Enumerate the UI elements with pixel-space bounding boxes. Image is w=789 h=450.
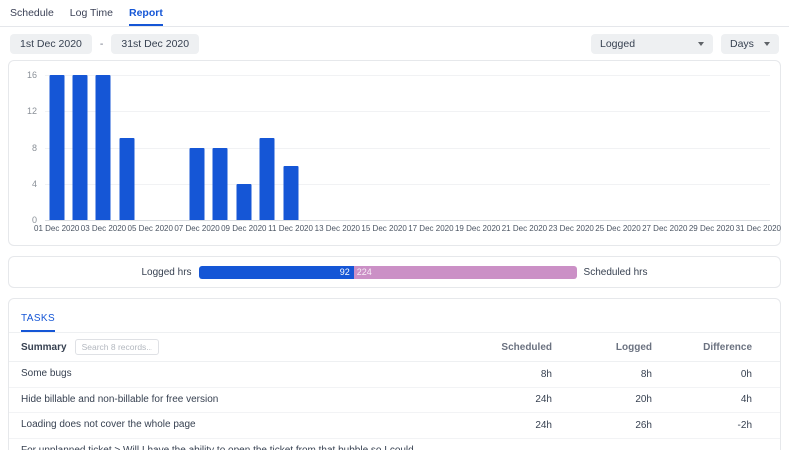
x-tick-label: 31 Dec 2020 — [736, 224, 781, 233]
task-difference: 4h — [652, 394, 752, 405]
hours-progress-bar: 92 224 — [199, 266, 577, 279]
task-summary: Hide billable and non-billable for free … — [21, 393, 452, 408]
chart-bar[interactable] — [49, 75, 64, 220]
metric-select[interactable]: Logged — [591, 34, 713, 54]
task-scheduled: 8h — [452, 369, 552, 380]
x-tick-label: 07 Dec 2020 — [174, 224, 219, 233]
y-tick-label: 12 — [27, 106, 37, 116]
gridline — [45, 148, 770, 149]
chart-bar[interactable] — [96, 75, 111, 220]
date-from-button[interactable]: 1st Dec 2020 — [10, 34, 92, 54]
chevron-down-icon — [764, 42, 770, 46]
chart-y-axis: 0481216 — [19, 75, 39, 220]
tab-log-time[interactable]: Log Time — [70, 0, 113, 26]
y-tick-label: 4 — [32, 179, 37, 189]
y-tick-label: 16 — [27, 70, 37, 80]
chart-plot-area — [45, 75, 770, 220]
table-row[interactable]: Some bugs8h8h0h — [9, 362, 780, 388]
x-tick-label: 23 Dec 2020 — [549, 224, 594, 233]
tasks-table-header: Summary Scheduled Logged Difference — [9, 333, 780, 362]
table-row[interactable]: For unplanned ticket > Will I have the a… — [9, 439, 780, 450]
task-logged: 26h — [552, 420, 652, 431]
chart-bar[interactable] — [283, 166, 298, 220]
chart-x-axis: 01 Dec 202003 Dec 202005 Dec 202007 Dec … — [45, 224, 770, 237]
chart-bar[interactable] — [260, 138, 275, 220]
x-tick-label: 01 Dec 2020 — [34, 224, 79, 233]
y-tick-label: 8 — [32, 143, 37, 153]
x-tick-label: 25 Dec 2020 — [595, 224, 640, 233]
x-tick-label: 17 Dec 2020 — [408, 224, 453, 233]
task-summary: For unplanned ticket > Will I have the a… — [21, 444, 452, 450]
tab-schedule[interactable]: Schedule — [10, 0, 54, 26]
task-summary: Some bugs — [21, 367, 452, 382]
x-tick-label: 13 Dec 2020 — [315, 224, 360, 233]
scheduled-hrs-label: Scheduled hrs — [584, 267, 648, 278]
scheduled-value: 224 — [357, 267, 372, 277]
tasks-tab[interactable]: TASKS — [21, 313, 55, 332]
chart-bar[interactable] — [236, 184, 251, 220]
task-scheduled: 24h — [452, 394, 552, 405]
gridline — [45, 220, 770, 221]
x-tick-label: 15 Dec 2020 — [361, 224, 406, 233]
gridline — [45, 111, 770, 112]
difference-column-header: Difference — [652, 342, 752, 353]
task-difference: -2h — [652, 420, 752, 431]
tasks-tab-row: TASKS — [9, 308, 780, 333]
x-tick-label: 11 Dec 2020 — [268, 224, 313, 233]
chart-bar[interactable] — [190, 148, 205, 221]
task-summary: Loading does not cover the whole page — [21, 418, 452, 433]
x-tick-label: 27 Dec 2020 — [642, 224, 687, 233]
gridline — [45, 184, 770, 185]
logged-segment: 92 — [199, 266, 354, 279]
chart-bar[interactable] — [119, 138, 134, 220]
x-tick-label: 09 Dec 2020 — [221, 224, 266, 233]
chart-bar[interactable] — [73, 75, 88, 220]
task-logged: 8h — [552, 369, 652, 380]
hours-summary-panel: Logged hrs 92 224 Scheduled hrs — [8, 256, 781, 288]
chart-bar[interactable] — [213, 148, 228, 221]
date-to-button[interactable]: 31st Dec 2020 — [111, 34, 199, 54]
scheduled-column-header: Scheduled — [452, 342, 552, 353]
logged-value: 92 — [340, 267, 350, 277]
interval-select-value: Days — [730, 38, 754, 50]
task-difference: 0h — [652, 369, 752, 380]
logged-column-header: Logged — [552, 342, 652, 353]
x-tick-label: 03 Dec 2020 — [81, 224, 126, 233]
controls-bar: 1st Dec 2020 - 31st Dec 2020 Logged Days — [0, 27, 789, 60]
date-range-separator: - — [100, 38, 104, 50]
chevron-down-icon — [698, 42, 704, 46]
search-input[interactable] — [75, 339, 159, 355]
tab-report[interactable]: Report — [129, 0, 163, 26]
table-row[interactable]: Loading does not cover the whole page24h… — [9, 413, 780, 439]
metric-select-value: Logged — [600, 38, 635, 50]
x-tick-label: 29 Dec 2020 — [689, 224, 734, 233]
gridline — [45, 75, 770, 76]
summary-column-header: Summary — [21, 342, 67, 353]
top-nav: Schedule Log Time Report — [0, 0, 789, 27]
task-logged: 20h — [552, 394, 652, 405]
x-tick-label: 05 Dec 2020 — [128, 224, 173, 233]
scheduled-segment: 224 — [354, 266, 577, 279]
interval-select[interactable]: Days — [721, 34, 779, 54]
tasks-table-body: Some bugs8h8h0hHide billable and non-bil… — [9, 362, 780, 450]
logged-hours-bar-chart: 0481216 01 Dec 202003 Dec 202005 Dec 202… — [8, 60, 781, 246]
table-row[interactable]: Hide billable and non-billable for free … — [9, 388, 780, 414]
task-scheduled: 24h — [452, 420, 552, 431]
x-tick-label: 21 Dec 2020 — [502, 224, 547, 233]
x-tick-label: 19 Dec 2020 — [455, 224, 500, 233]
tasks-panel: TASKS Summary Scheduled Logged Differenc… — [8, 298, 781, 450]
logged-hrs-label: Logged hrs — [142, 267, 192, 278]
